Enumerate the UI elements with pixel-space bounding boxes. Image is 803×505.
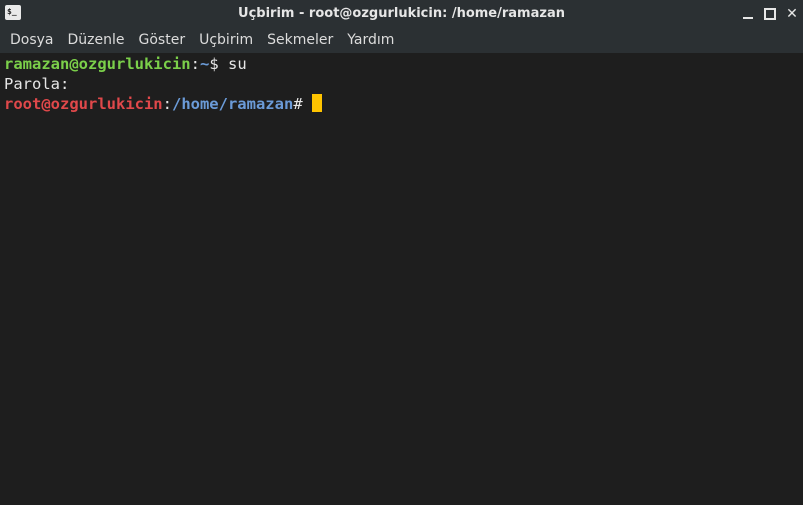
minimize-button[interactable] xyxy=(737,0,759,27)
title-bar[interactable]: $_ Uçbirim - root@ozgurlukicin: /home/ra… xyxy=(0,0,803,27)
prompt-path: ~ xyxy=(199,55,210,73)
maximize-button[interactable] xyxy=(759,0,781,27)
root-prompt-separator: : xyxy=(162,95,172,113)
window-controls: ✕ xyxy=(737,0,803,27)
root-prompt-user-host: root@ozgurlukicin xyxy=(4,95,163,113)
command-text: su xyxy=(228,55,247,73)
password-prompt: Parola: xyxy=(4,74,70,93)
close-button[interactable]: ✕ xyxy=(781,0,803,27)
menu-bar: Dosya Düzenle Göster Uçbirim Sekmeler Ya… xyxy=(0,27,803,53)
menu-goster[interactable]: Göster xyxy=(132,27,193,53)
root-prompt-path: /home/ramazan xyxy=(171,95,294,113)
terminal-line-2: Parola: xyxy=(4,75,803,95)
terminal-line-1: ramazan@ozgurlukicin:~$ su xyxy=(4,55,803,75)
text-cursor xyxy=(311,94,322,112)
terminal-line-3: root@ozgurlukicin:/home/ramazan# xyxy=(4,94,803,114)
menu-yardim[interactable]: Yardım xyxy=(340,27,401,53)
maximize-icon xyxy=(764,7,776,20)
root-prompt-char: # xyxy=(293,95,312,113)
prompt-separator: : xyxy=(190,55,200,73)
menu-ucbirim[interactable]: Uçbirim xyxy=(192,27,260,53)
terminal-window: $_ Uçbirim - root@ozgurlukicin: /home/ra… xyxy=(0,0,803,505)
window-title: Uçbirim - root@ozgurlukicin: /home/ramaz… xyxy=(238,6,565,21)
prompt-char: $ xyxy=(209,55,228,73)
minimize-icon xyxy=(743,16,753,19)
prompt-user-host: ramazan@ozgurlukicin xyxy=(4,55,191,73)
close-icon: ✕ xyxy=(786,5,798,22)
menu-dosya[interactable]: Dosya xyxy=(3,27,61,53)
menu-sekmeler[interactable]: Sekmeler xyxy=(260,27,340,53)
menu-duzenle[interactable]: Düzenle xyxy=(61,27,132,53)
terminal-output[interactable]: ramazan@ozgurlukicin:~$ su Parola: root@oz… xyxy=(0,53,803,505)
